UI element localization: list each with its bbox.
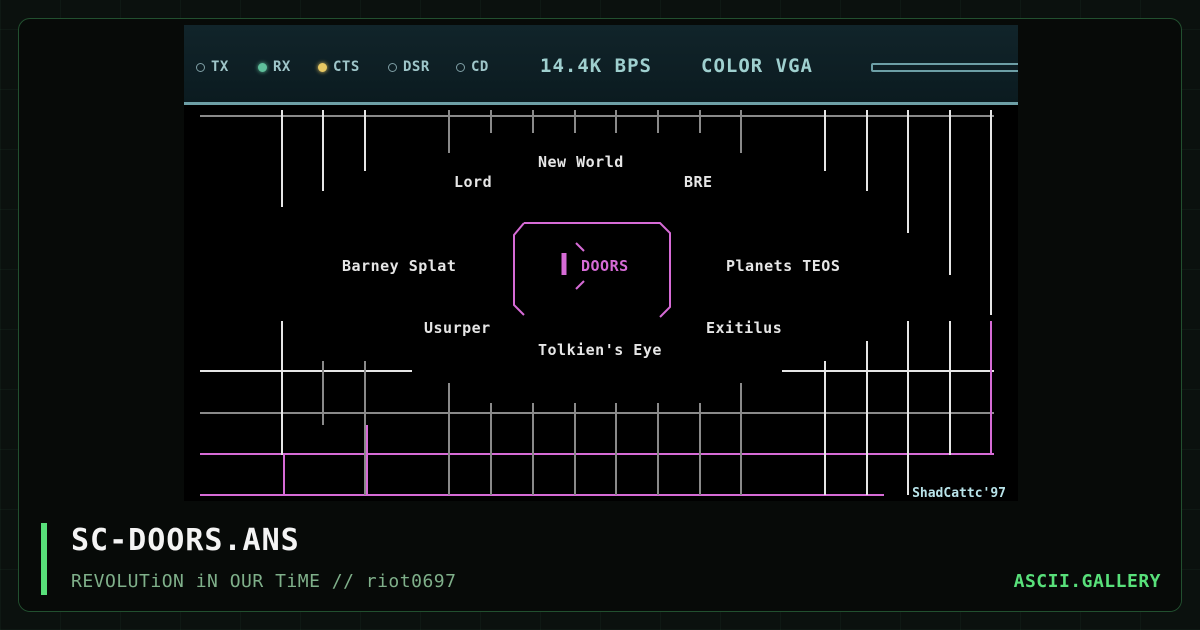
- artist-signature: ShadCattc'97: [912, 486, 1006, 501]
- door-bre: BRE: [684, 173, 713, 191]
- door-lord: Lord: [454, 173, 493, 191]
- door-exitilus: Exitilus: [706, 319, 783, 337]
- group-credit: REVOLUTiON iN OUR TiME // riot0697: [71, 571, 457, 592]
- ansi-artwork: TX RX CTS DSR CD 14.4K BPS COLOR VGA New…: [184, 25, 1018, 503]
- frame-accent: [575, 280, 585, 290]
- door-usurper: Usurper: [424, 319, 491, 337]
- frame-accent: [575, 242, 585, 252]
- door-tolkiens-eye: Tolkien's Eye: [538, 341, 662, 359]
- frame-left-edge: [513, 222, 525, 316]
- site-link[interactable]: ASCII.GALLERY: [1014, 571, 1161, 592]
- file-title: SC-DOORS.ANS: [71, 523, 300, 558]
- door-barney-splat: Barney Splat: [342, 257, 457, 275]
- accent-bar: [41, 523, 47, 595]
- door-planets: Planets TEOS: [726, 257, 841, 275]
- caption-bar: SC-DOORS.ANS REVOLUTiON iN OUR TiME // r…: [19, 501, 1181, 611]
- doors-logo: DOORS: [581, 257, 629, 275]
- card-frame: TX RX CTS DSR CD 14.4K BPS COLOR VGA New…: [18, 18, 1182, 612]
- top-rails: [200, 110, 994, 315]
- door-new-world: New World: [538, 153, 624, 171]
